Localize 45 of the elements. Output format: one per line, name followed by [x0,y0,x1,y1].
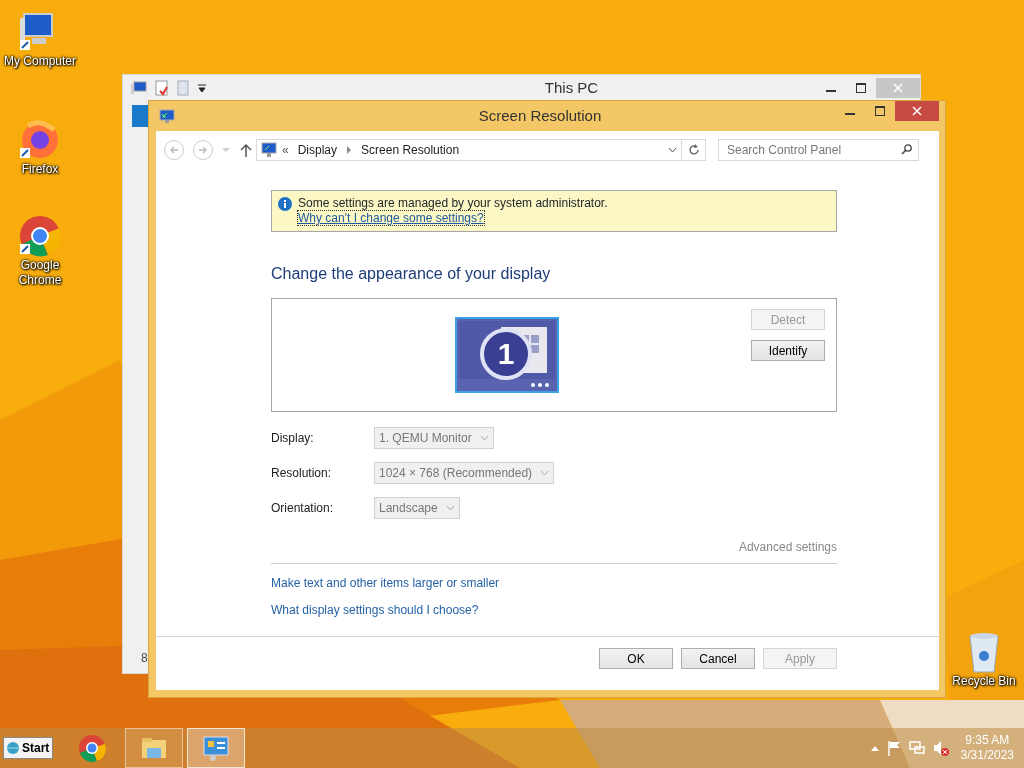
close-icon[interactable] [912,106,922,116]
breadcrumb-item[interactable]: Screen Resolution [361,141,460,159]
status-text: 8 [141,650,148,667]
properties-icon[interactable] [155,80,169,96]
breadcrumb-prefix[interactable]: « [282,141,289,159]
breadcrumb-item[interactable]: Display [297,141,338,159]
address-bar[interactable]: « Display Screen Resolution [256,139,682,161]
monitor-number: 1 [496,337,516,371]
start-button[interactable]: Start [3,737,54,759]
maximize-icon[interactable] [856,83,866,93]
chrome-icon[interactable] [18,214,62,258]
help-link[interactable]: Why can't I change some settings? [298,211,484,225]
chevron-icon[interactable] [346,146,353,154]
info-icon [278,197,292,211]
speaker-muted-icon[interactable] [932,740,949,756]
chrome-icon [78,734,107,762]
ok-button[interactable]: OK [599,648,673,669]
chevron-icon[interactable] [870,745,879,751]
window-title: This PC [543,77,600,98]
globe-icon[interactable] [6,741,20,755]
maximize-icon[interactable] [875,106,885,116]
field-label: Resolution: [271,465,333,482]
control-panel-icon [202,734,231,762]
up-arrow-icon[interactable] [240,143,252,157]
refresh-icon[interactable] [687,144,700,156]
search-field[interactable]: Search Control Panel [718,139,919,161]
display-settings-icon [159,109,175,123]
flag-icon[interactable] [886,740,901,756]
cancel-button[interactable]: Cancel [681,648,755,669]
computer-icon[interactable] [131,81,147,95]
notice-text: Some settings are managed by your system administrator. [298,196,608,211]
help-link[interactable]: Make text and other items larger or smaller [271,574,500,592]
refresh-button[interactable] [682,139,706,161]
dropdown-icon[interactable] [668,147,677,153]
monitor-icon[interactable] [455,317,559,393]
control-panel-icon [261,142,277,158]
section-heading: Change the appearance of your display [271,264,552,284]
dropdown-icon[interactable] [197,83,207,93]
help-link[interactable]: What display settings should I choose? [271,601,479,619]
taskbar-app-button[interactable] [187,728,246,768]
identify-button[interactable]: Identify [751,340,825,361]
field-label: Display: [271,430,315,447]
field-label: Orientation: [271,500,335,517]
window-title: Screen Resolution [477,105,603,126]
search-icon[interactable] [901,144,912,155]
